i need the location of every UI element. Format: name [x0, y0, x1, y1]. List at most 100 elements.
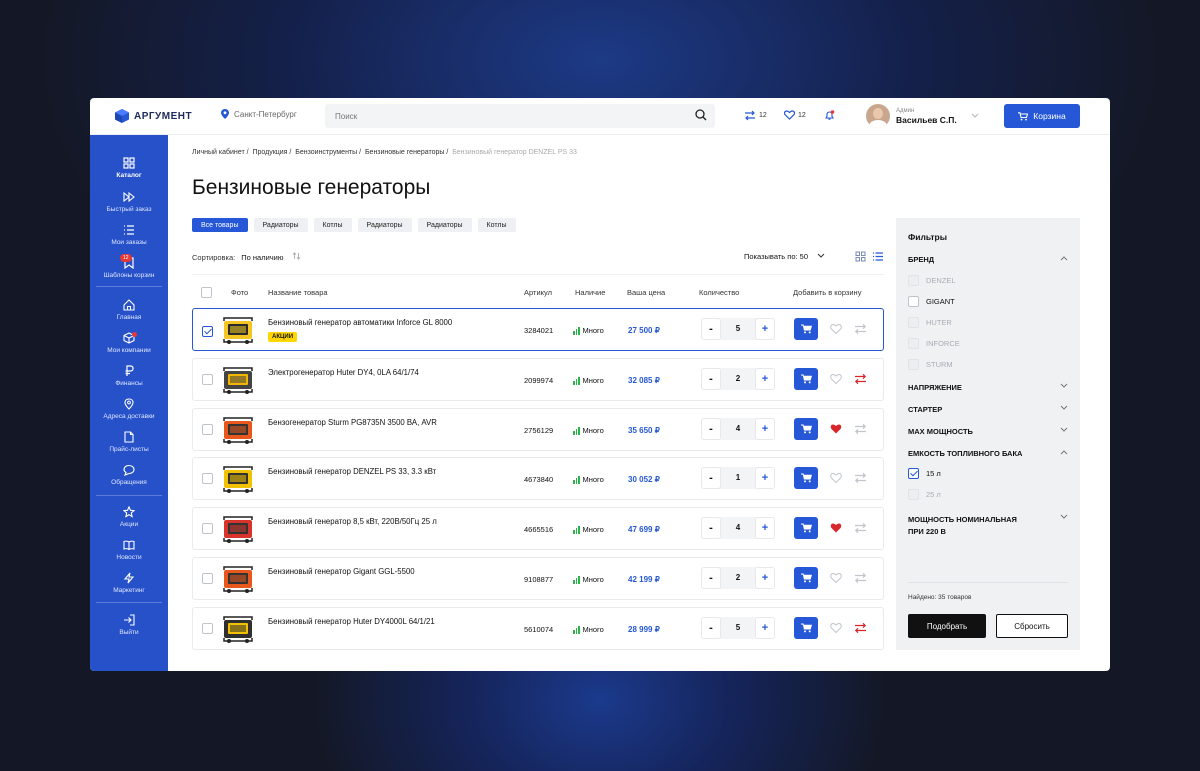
- breadcrumb-link[interactable]: Продукция: [252, 149, 287, 156]
- filter-section-tank-capacity[interactable]: ЕМКОСТЬ ТОПЛИВНОГО БАКА: [908, 449, 1068, 458]
- filter-option-huter[interactable]: HUTER: [908, 317, 952, 328]
- quantity-value[interactable]: 4: [721, 523, 755, 532]
- increment-button[interactable]: +: [755, 517, 775, 539]
- table-row[interactable]: Бензиновый генератор 8,5 кВт, 220В/50Гц …: [192, 507, 884, 550]
- cart-button[interactable]: Корзина: [1004, 104, 1080, 128]
- checkbox[interactable]: [908, 317, 919, 328]
- product-name[interactable]: Бензогенератор Sturm PG8735N 3500 ВА, AV…: [268, 418, 437, 427]
- search-input[interactable]: [325, 104, 665, 128]
- checkbox[interactable]: [908, 359, 919, 370]
- decrement-button[interactable]: -: [701, 318, 721, 340]
- decrement-button[interactable]: -: [701, 418, 721, 440]
- chip-boilers[interactable]: Котлы: [477, 218, 516, 232]
- row-checkbox[interactable]: [202, 424, 213, 435]
- product-name[interactable]: Бензиновый генератор 8,5 кВт, 220В/50Гц …: [268, 517, 437, 526]
- table-row[interactable]: Бензиновый генератор автоматики Inforce …: [192, 308, 884, 351]
- quantity-value[interactable]: 2: [721, 374, 755, 383]
- compare-icon[interactable]: [854, 472, 867, 484]
- checkbox[interactable]: [908, 275, 919, 286]
- col-header-name[interactable]: Название товара: [268, 288, 328, 297]
- row-checkbox[interactable]: [202, 623, 213, 634]
- sidebar-item-quick-order[interactable]: Быстрый заказ: [90, 191, 168, 213]
- sidebar-item-delivery-addresses[interactable]: Адреса доставки: [90, 398, 168, 420]
- list-view-icon[interactable]: [872, 251, 884, 262]
- notifications-button[interactable]: [824, 110, 835, 121]
- sidebar-item-requests[interactable]: Обращения: [90, 464, 168, 486]
- col-header-stock[interactable]: Наличие: [575, 288, 605, 297]
- reset-filters-button[interactable]: Сбросить: [996, 614, 1068, 638]
- select-all-checkbox[interactable]: [201, 287, 212, 298]
- page-size-control[interactable]: Показывать по: 50: [744, 252, 825, 261]
- product-name[interactable]: Бензиновый генератор автоматики Inforce …: [268, 318, 452, 327]
- row-checkbox[interactable]: [202, 374, 213, 385]
- favorite-heart-icon[interactable]: [830, 323, 842, 335]
- increment-button[interactable]: +: [755, 567, 775, 589]
- logo[interactable]: АРГУМЕНТ: [114, 108, 192, 124]
- checkbox[interactable]: [908, 489, 919, 500]
- sidebar-item-price-lists[interactable]: Прайс-листы: [90, 431, 168, 453]
- sort-arrows-icon[interactable]: [292, 252, 301, 260]
- table-row[interactable]: Бензиновый генератор Huter DY4000L 64/1/…: [192, 607, 884, 650]
- filter-section-max-power[interactable]: MAX МОЩНОСТЬ: [908, 427, 1068, 436]
- favorite-heart-icon[interactable]: [830, 522, 842, 534]
- table-row[interactable]: Электрогенератор Huter DY4, 0LA 64/1/74 2…: [192, 358, 884, 401]
- compare-icon[interactable]: [854, 572, 867, 584]
- increment-button[interactable]: +: [755, 418, 775, 440]
- chip-all-products[interactable]: Все товары: [192, 218, 248, 232]
- increment-button[interactable]: +: [755, 467, 775, 489]
- sidebar-item-marketing[interactable]: Маркетинг: [90, 572, 168, 594]
- decrement-button[interactable]: -: [701, 467, 721, 489]
- favorite-heart-icon[interactable]: [830, 472, 842, 484]
- col-header-price[interactable]: Ваша цена: [627, 288, 665, 297]
- favorite-heart-icon[interactable]: [830, 373, 842, 385]
- compare-link[interactable]: 12: [744, 110, 767, 121]
- breadcrumb-link[interactable]: Бензоинструменты: [295, 149, 357, 156]
- decrement-button[interactable]: -: [701, 567, 721, 589]
- product-name[interactable]: Электрогенератор Huter DY4, 0LA 64/1/74: [268, 368, 419, 377]
- add-to-cart-button[interactable]: [794, 418, 818, 440]
- search-icon[interactable]: [695, 109, 707, 121]
- increment-button[interactable]: +: [755, 318, 775, 340]
- product-name[interactable]: Бензиновый генератор DENZEL PS 33, 3.3 к…: [268, 467, 436, 476]
- checkbox[interactable]: [908, 338, 919, 349]
- sidebar-item-logout[interactable]: Выйти: [90, 614, 168, 636]
- favorite-heart-icon[interactable]: [830, 572, 842, 584]
- row-checkbox[interactable]: [202, 573, 213, 584]
- col-header-sku[interactable]: Артикул: [524, 288, 552, 297]
- add-to-cart-button[interactable]: [794, 617, 818, 639]
- breadcrumb-link[interactable]: Личный кабинет: [192, 149, 245, 156]
- sort-value[interactable]: По наличию: [241, 253, 283, 262]
- filter-section-voltage[interactable]: НАПРЯЖЕНИЕ: [908, 383, 1068, 392]
- grid-view-icon[interactable]: [855, 251, 866, 262]
- add-to-cart-button[interactable]: [794, 368, 818, 390]
- table-row[interactable]: Бензогенератор Sturm PG8735N 3500 ВА, AV…: [192, 408, 884, 451]
- quantity-value[interactable]: 5: [721, 324, 755, 333]
- filter-option-inforce[interactable]: INFORCE: [908, 338, 960, 349]
- increment-button[interactable]: +: [755, 368, 775, 390]
- sidebar-item-catalog[interactable]: Каталог: [90, 157, 168, 179]
- add-to-cart-button[interactable]: [794, 318, 818, 340]
- sidebar-item-cart-templates[interactable]: 12 Шаблоны корзин: [90, 254, 168, 279]
- checkbox[interactable]: [908, 296, 919, 307]
- sort-control[interactable]: Сортировка: По наличию: [192, 252, 301, 262]
- checkbox-checked[interactable]: [908, 468, 919, 479]
- sidebar-item-news[interactable]: Новости: [90, 539, 168, 561]
- table-row[interactable]: Бензиновый генератор Gigant GGL-5500 9108…: [192, 557, 884, 600]
- user-menu[interactable]: Админ Васильев С.П.: [866, 104, 979, 128]
- apply-filters-button[interactable]: Подобрать: [908, 614, 986, 638]
- add-to-cart-button[interactable]: [794, 517, 818, 539]
- filter-option-sturm[interactable]: STURM: [908, 359, 953, 370]
- product-name[interactable]: Бензиновый генератор Gigant GGL-5500: [268, 567, 415, 576]
- quantity-value[interactable]: 1: [721, 473, 755, 482]
- row-checkbox[interactable]: [202, 523, 213, 534]
- add-to-cart-button[interactable]: [794, 567, 818, 589]
- filter-section-rated-power[interactable]: МОЩНОСТЬ НОМИНАЛЬНАЯ ПРИ 220 В: [908, 514, 1068, 538]
- decrement-button[interactable]: -: [701, 517, 721, 539]
- sidebar-item-home[interactable]: Главная: [90, 299, 168, 321]
- page-size-value[interactable]: 50: [800, 252, 808, 261]
- chip-radiators[interactable]: Радиаторы: [357, 218, 412, 232]
- filter-section-brand[interactable]: БРЕНД: [908, 255, 1068, 264]
- favorite-heart-icon[interactable]: [830, 423, 842, 435]
- decrement-button[interactable]: -: [701, 368, 721, 390]
- breadcrumb-link[interactable]: Бензиновые генераторы: [365, 149, 444, 156]
